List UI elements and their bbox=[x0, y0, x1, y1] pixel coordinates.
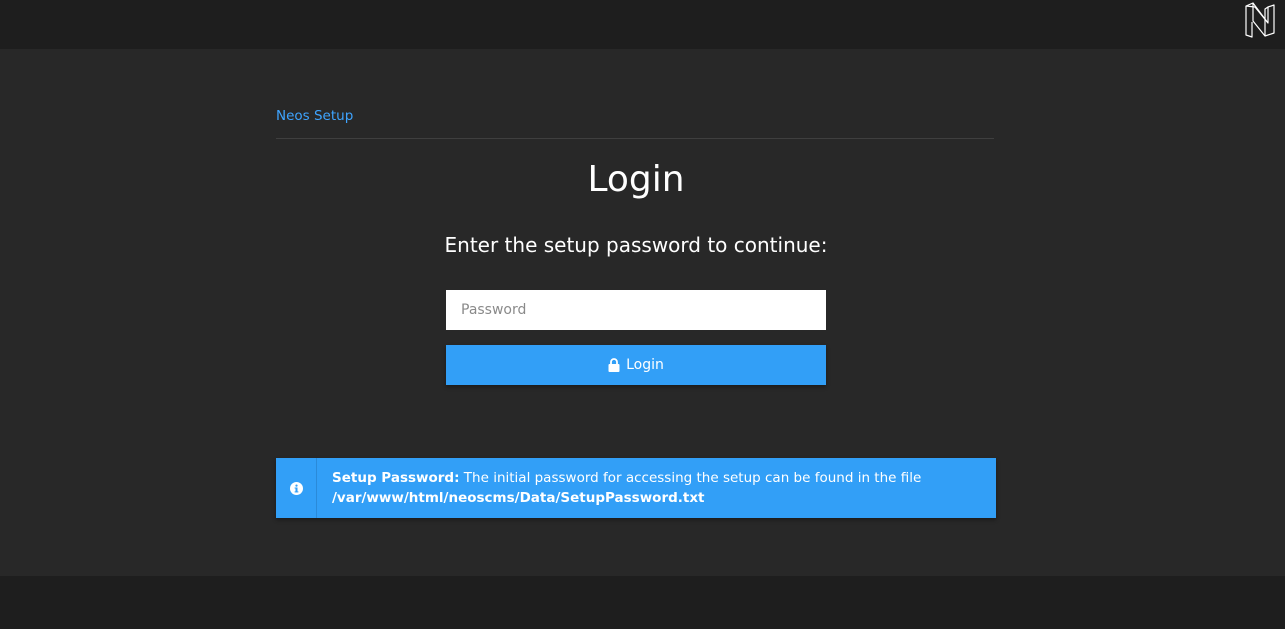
info-icon bbox=[289, 481, 303, 495]
login-button-label: Login bbox=[626, 357, 664, 373]
login-instructions: Enter the setup password to continue: bbox=[444, 233, 828, 257]
notice-text: Setup Password: The initial password for… bbox=[317, 458, 936, 518]
page-title: Login bbox=[587, 159, 685, 200]
setup-password-notice: Setup Password: The initial password for… bbox=[276, 458, 996, 518]
footer-bar bbox=[0, 576, 1285, 629]
lock-icon bbox=[608, 358, 620, 372]
notice-message: The initial password for accessing the s… bbox=[463, 470, 922, 486]
notice-file-path: /var/www/html/neoscms/Data/SetupPassword… bbox=[332, 490, 705, 506]
top-bar bbox=[0, 0, 1285, 49]
notice-heading: Setup Password: bbox=[332, 470, 460, 486]
divider bbox=[276, 138, 994, 139]
info-icon-cell bbox=[276, 458, 317, 518]
password-input[interactable] bbox=[446, 290, 826, 330]
main-content: Neos Setup Login Enter the setup passwor… bbox=[0, 49, 1285, 576]
neos-logo-icon[interactable] bbox=[1243, 1, 1277, 39]
breadcrumb-neos-setup[interactable]: Neos Setup bbox=[276, 108, 353, 124]
login-button[interactable]: Login bbox=[446, 345, 826, 385]
